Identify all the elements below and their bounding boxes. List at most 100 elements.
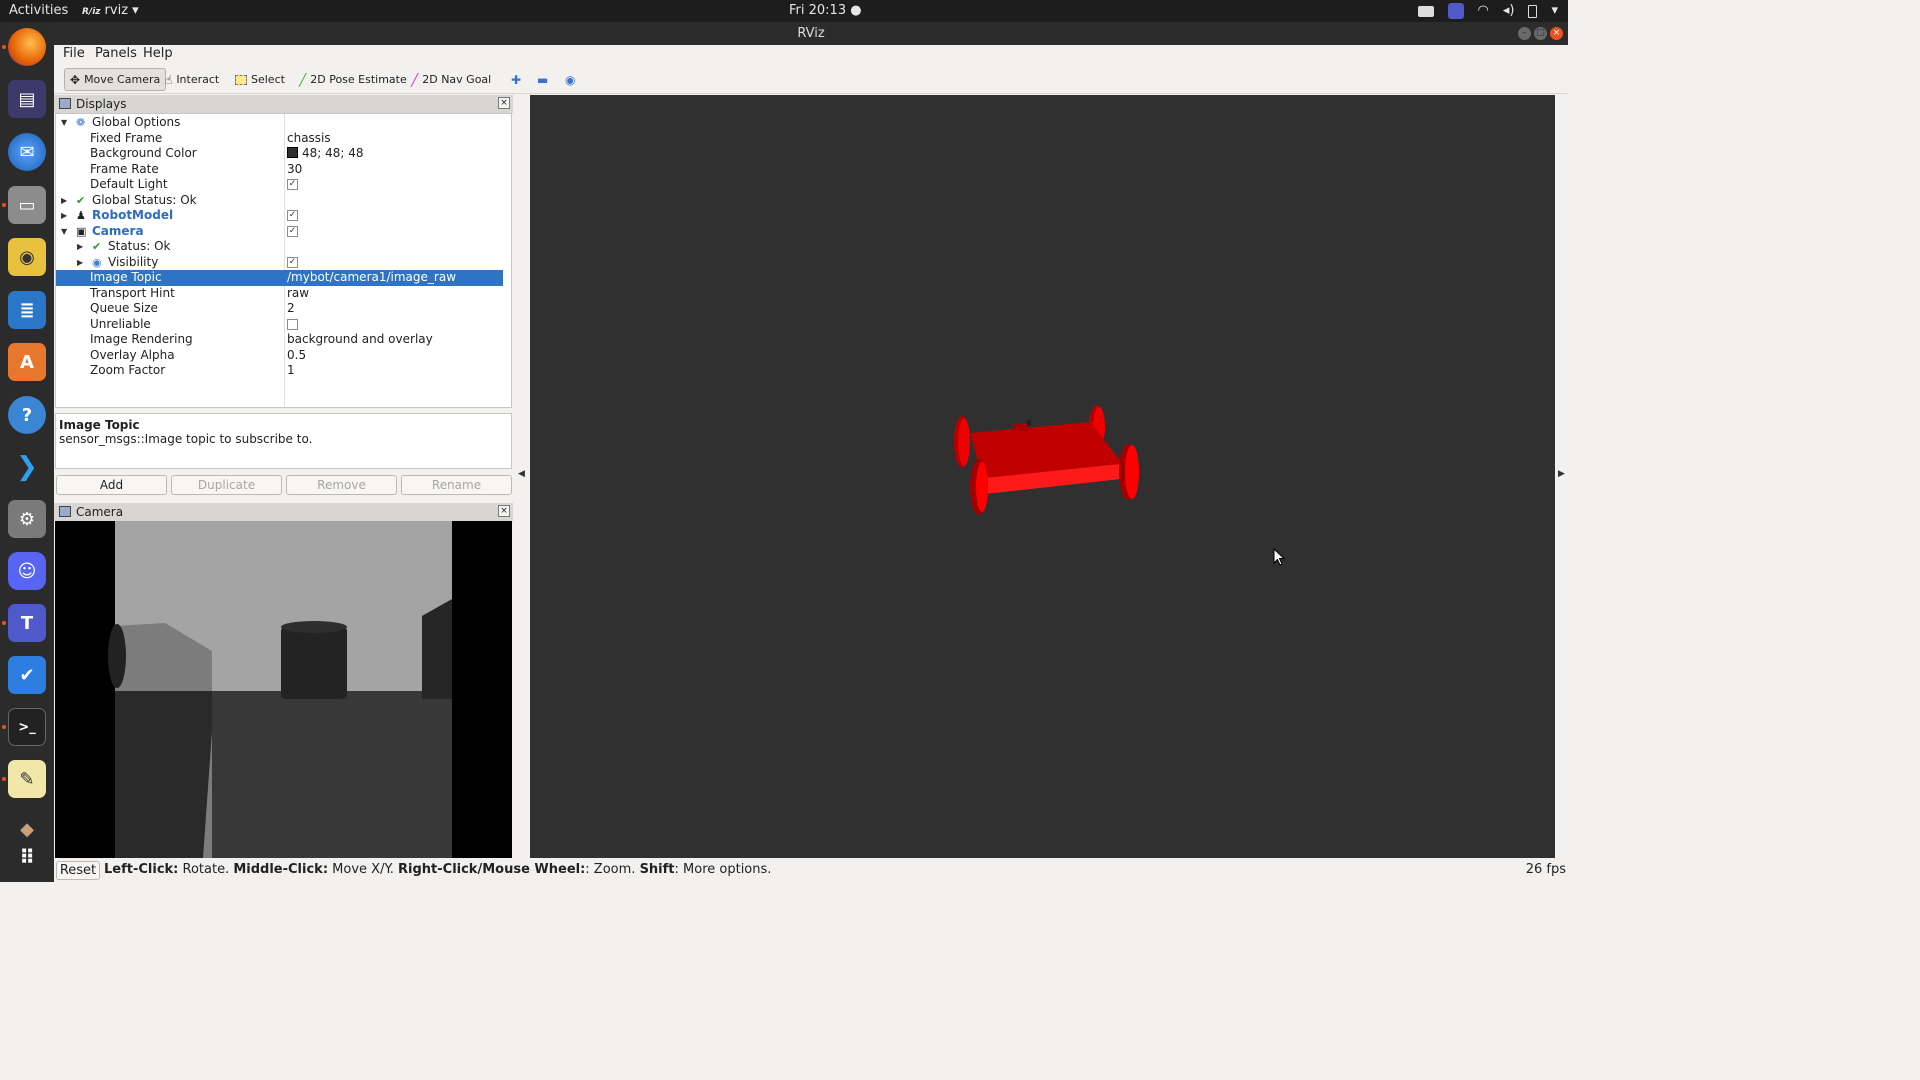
tree-row-background-color[interactable]: Background Color 48; 48; 48 [56, 146, 503, 162]
collapse-left-icon[interactable]: ◀ [518, 469, 525, 479]
system-tray[interactable]: ◠ ◂) ▾ [1417, 2, 1558, 20]
remove-tool-button[interactable]: ▬ [532, 68, 553, 91]
camera-image-view[interactable] [55, 521, 512, 858]
select-button[interactable]: Select [230, 68, 290, 91]
discord-icon[interactable]: ☺ [8, 552, 46, 590]
tree-row-value[interactable]: 1 [287, 363, 295, 379]
writer-icon[interactable]: ≣ [8, 291, 46, 329]
tree-row-value[interactable]: chassis [287, 131, 331, 147]
move-camera-button[interactable]: ✥ Move Camera [64, 68, 167, 91]
collapsed-arrow-icon[interactable]: ▶ [77, 255, 83, 271]
tree-row-transport-hint[interactable]: Transport Hint raw [56, 286, 503, 302]
tree-row-value[interactable]: raw [287, 286, 309, 302]
tree-row-global-options[interactable]: ▼ ❁ Global Options [56, 115, 503, 131]
interact-button[interactable]: ☝ Interact [160, 68, 224, 91]
firefox-icon[interactable] [8, 28, 46, 66]
collapsed-arrow-icon[interactable]: ▶ [61, 208, 67, 224]
editor-icon[interactable]: ✎ [8, 760, 46, 798]
minus-icon: ▬ [537, 72, 549, 87]
tree-row-value[interactable]: background and overlay [287, 332, 433, 348]
tree-row-overlay-alpha[interactable]: Overlay Alpha 0.5 [56, 348, 503, 364]
apps-grid-icon[interactable]: ⠿ [8, 838, 46, 876]
tasks-icon[interactable]: ✔ [8, 656, 46, 694]
app-menu[interactable]: R/iz rviz ▾ [82, 3, 139, 18]
rhythmbox-icon[interactable]: ◉ [8, 238, 46, 276]
duplicate-button[interactable]: Duplicate [171, 475, 282, 495]
help-icon[interactable]: ? [8, 396, 46, 434]
expanded-arrow-icon[interactable]: ▼ [61, 224, 67, 240]
tree-row-value[interactable]: 0.5 [287, 348, 306, 364]
hint-text: : More options. [674, 862, 772, 877]
tree-row-label: Background Color [90, 146, 197, 160]
checkbox[interactable]: ✓ [287, 225, 298, 237]
displays-panel-header[interactable]: Displays × [54, 95, 513, 113]
tree-row-value[interactable]: 2 [287, 301, 295, 317]
settings-icon[interactable]: ⚙ [8, 500, 46, 538]
teams-icon[interactable]: T [8, 604, 46, 642]
camera-panel-header[interactable]: Camera × [54, 503, 513, 521]
nav-goal-button[interactable]: ╱ 2D Nav Goal [406, 68, 496, 91]
checkbox[interactable]: ✓ [287, 179, 298, 190]
software-icon[interactable]: A [8, 343, 46, 381]
tree-row-camera[interactable]: ▼ ▣ Camera ✓ [56, 224, 503, 240]
rename-button[interactable]: Rename [401, 475, 512, 495]
collapsed-arrow-icon[interactable]: ▶ [61, 193, 67, 209]
wifi-icon[interactable]: ◠ [1478, 2, 1489, 20]
expand-right-icon[interactable]: ▶ [1558, 469, 1565, 479]
checkbox[interactable] [287, 318, 298, 330]
checkbox[interactable]: ✓ [287, 256, 298, 268]
teams-indicator-icon[interactable] [1447, 3, 1464, 19]
tree-row-global-status[interactable]: ▶ ✔ Global Status: Ok [56, 193, 503, 209]
minimize-icon[interactable]: – [1518, 27, 1531, 40]
tree-row-unreliable[interactable]: Unreliable [56, 317, 503, 333]
vscode-icon[interactable]: ❯ [8, 448, 46, 486]
camera-indicator-icon[interactable] [1417, 5, 1434, 17]
video-icon[interactable]: ▤ [8, 80, 46, 118]
battery-icon[interactable] [1528, 4, 1538, 18]
tree-row-zoom-factor[interactable]: Zoom Factor 1 [56, 363, 503, 379]
collapsed-arrow-icon[interactable]: ▶ [77, 239, 83, 255]
window-title-bar[interactable]: RViz – □ × [54, 22, 1568, 45]
activities-button[interactable]: Activities [9, 3, 68, 18]
tree-row-image-rendering[interactable]: Image Rendering background and overlay [56, 332, 503, 348]
menu-help[interactable]: Help [143, 46, 173, 61]
tree-row-queue-size[interactable]: Queue Size 2 [56, 301, 503, 317]
camera-type-button[interactable]: ◉ [560, 68, 580, 91]
tree-row-value[interactable]: 48; 48; 48 [287, 146, 364, 162]
tree-row-visibility[interactable]: ▶ ◉ Visibility ✓ [56, 255, 503, 271]
remove-button[interactable]: Remove [286, 475, 397, 495]
tree-row-robot-model[interactable]: ▶ ♟ RobotModel ✓ [56, 208, 503, 224]
maximize-icon[interactable]: □ [1534, 27, 1547, 40]
color-swatch [287, 147, 298, 158]
menu-panels[interactable]: Panels [95, 46, 137, 61]
displays-tree[interactable]: ▼ ❁ Global Options Fixed Frame chassis B… [55, 113, 512, 408]
right-dock-strip[interactable]: ▶ [1555, 95, 1568, 858]
close-icon[interactable]: × [498, 505, 510, 517]
menu-file[interactable]: File [63, 46, 85, 61]
pose-estimate-button[interactable]: ╱ 2D Pose Estimate [294, 68, 412, 91]
render-3d-view[interactable] [530, 95, 1555, 858]
add-tool-button[interactable]: ✚ [506, 68, 526, 91]
tree-row-frame-rate[interactable]: Frame Rate 30 [56, 162, 503, 178]
add-button[interactable]: Add [56, 475, 167, 495]
tree-row-value[interactable]: /mybot/camera1/image_raw [287, 270, 456, 286]
checkbox[interactable]: ✓ [287, 210, 298, 221]
terminal-icon[interactable]: >_ [8, 708, 46, 746]
tree-row-default-light[interactable]: Default Light ✓ [56, 177, 503, 193]
tree-row-image-topic[interactable]: Image Topic /mybot/camera1/image_raw [56, 270, 503, 286]
thunderbird-icon[interactable]: ✉ [8, 133, 46, 171]
panel-splitter[interactable]: ◀ [513, 95, 530, 858]
chevron-down-icon[interactable]: ▾ [1551, 2, 1558, 20]
files-icon[interactable]: ▭ [8, 186, 46, 224]
app-menu-ros-label: R/iz [82, 7, 101, 17]
tree-row-status[interactable]: ▶ ✔ Status: Ok [56, 239, 503, 255]
reset-button[interactable]: Reset [56, 861, 100, 880]
tree-row-label: Unreliable [90, 316, 151, 331]
close-icon[interactable]: × [1550, 27, 1563, 40]
tree-row-value[interactable]: 30 [287, 162, 302, 178]
clock[interactable]: Fri 20:13 ● [789, 3, 862, 18]
volume-icon[interactable]: ◂) [1503, 2, 1515, 20]
tree-row-fixed-frame[interactable]: Fixed Frame chassis [56, 131, 503, 147]
expanded-arrow-icon[interactable]: ▼ [61, 115, 67, 131]
close-icon[interactable]: × [498, 97, 510, 109]
